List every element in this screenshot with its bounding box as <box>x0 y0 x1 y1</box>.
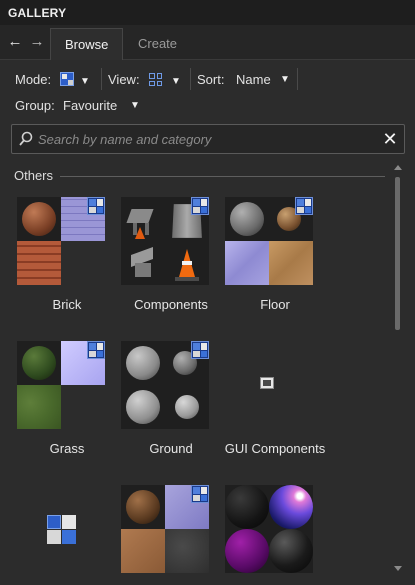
texture-thumbnail <box>121 529 165 573</box>
scene-icon <box>87 197 105 215</box>
gallery-item-floor[interactable]: Floor <box>225 197 325 317</box>
options-row: Mode: ▼ View: ▼ Sort: Name ▼ <box>15 68 305 90</box>
material-thumbnail <box>269 529 313 573</box>
item-label: GUI Components <box>224 441 326 456</box>
sort-label: Sort: <box>197 72 225 87</box>
tab-create[interactable]: Create <box>124 28 191 61</box>
sort-value: Name <box>236 72 271 87</box>
divider <box>297 68 298 90</box>
group-value: Favourite <box>63 98 118 113</box>
gui-component-icon <box>260 377 274 389</box>
chair-thumbnail <box>121 197 165 241</box>
traffic-cone-thumbnail <box>165 241 209 285</box>
gallery-item-shaders[interactable] <box>225 485 325 585</box>
material-thumbnail <box>121 385 165 429</box>
material-thumbnail <box>121 341 165 385</box>
view-label: View: <box>108 72 140 87</box>
section-divider <box>60 176 385 177</box>
material-thumbnail <box>165 341 209 385</box>
material-thumbnail <box>17 341 61 385</box>
material-thumbnail <box>225 529 269 573</box>
scrollbar[interactable] <box>393 163 403 583</box>
chair-thumbnail <box>121 241 165 285</box>
gallery-item-gui-components[interactable]: GUI Components <box>225 341 325 461</box>
chevron-down-icon: ▼ <box>130 100 140 111</box>
mode-label: Mode: <box>15 72 52 87</box>
scene-icon <box>295 197 313 215</box>
gear-icon <box>191 197 209 215</box>
gallery-panel: Mode: ▼ View: ▼ Sort: Name ▼ Group: Favo… <box>0 60 415 585</box>
material-thumbnail <box>225 485 269 529</box>
section-title: Others <box>14 168 54 183</box>
material-thumbnail <box>269 485 313 529</box>
tab-browse[interactable]: Browse <box>50 28 124 61</box>
scene-icon <box>191 341 209 359</box>
gallery-item-materials[interactable] <box>121 485 221 585</box>
tab-bar: ← → Browse Create <box>0 25 415 61</box>
mode-icon <box>60 72 74 86</box>
chevron-down-icon: ▼ <box>171 76 181 87</box>
title-bar: GALLERY <box>0 0 415 25</box>
scroll-thumb[interactable] <box>395 177 400 330</box>
grass-texture-thumbnail <box>17 385 61 429</box>
texture-thumbnail <box>165 485 209 529</box>
scroll-up-icon[interactable] <box>394 165 402 170</box>
arrow-right-icon[interactable]: → <box>28 33 46 51</box>
item-label: Floor <box>260 297 290 312</box>
material-thumbnail <box>225 197 269 241</box>
scene-icon <box>191 485 209 503</box>
scene-icon <box>47 515 77 545</box>
search-box: ✕ <box>11 124 405 154</box>
gallery-item-scene[interactable] <box>17 485 117 585</box>
texture-thumbnail <box>165 529 209 573</box>
brick-texture-thumbnail <box>17 241 61 285</box>
arrow-left-icon[interactable]: ← <box>6 33 24 51</box>
group-row: Group: Favourite ▼ <box>15 96 155 116</box>
group-label: Group: <box>15 98 55 113</box>
scroll-down-icon[interactable] <box>394 566 402 571</box>
texture-thumbnail <box>61 197 105 241</box>
chevron-down-icon: ▼ <box>280 74 290 85</box>
material-thumbnail <box>165 385 209 429</box>
material-thumbnail <box>121 485 165 529</box>
search-icon <box>19 131 33 146</box>
texture-thumbnail <box>61 341 105 385</box>
window-title: GALLERY <box>8 6 67 20</box>
scene-icon <box>87 341 105 359</box>
divider <box>190 68 191 90</box>
grid-view-icon <box>149 73 162 86</box>
texture-thumbnail <box>225 241 269 285</box>
texture-thumbnail <box>269 241 313 285</box>
material-thumbnail <box>17 197 61 241</box>
chevron-down-icon: ▼ <box>80 76 90 87</box>
search-input[interactable] <box>38 130 368 148</box>
trash-bin-thumbnail <box>165 197 209 241</box>
divider <box>101 68 102 90</box>
close-icon[interactable]: ✕ <box>381 129 399 149</box>
material-thumbnail <box>269 197 313 241</box>
